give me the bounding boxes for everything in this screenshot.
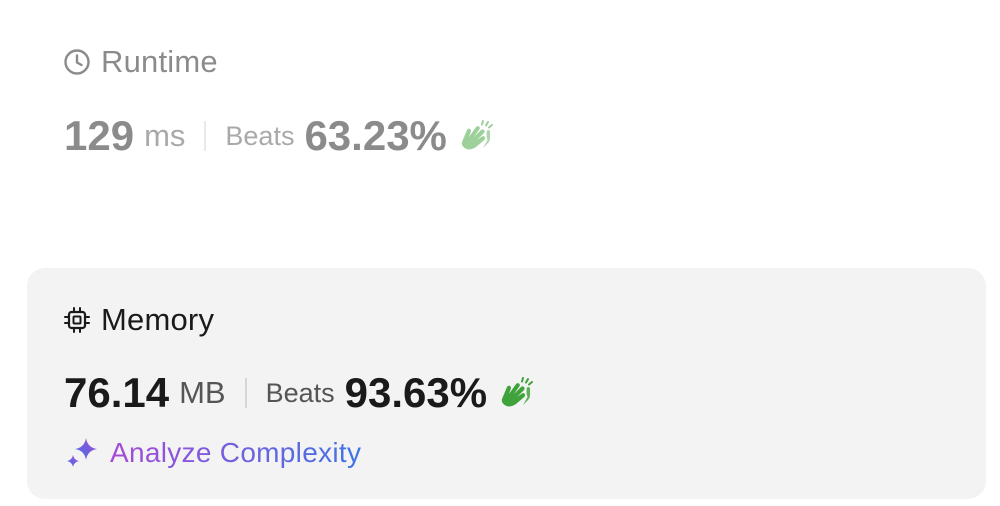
- runtime-beats-percent: 63.23%: [304, 112, 447, 159]
- runtime-beats-label: Beats: [225, 120, 295, 151]
- memory-beats-percent: 93.63%: [344, 369, 488, 416]
- clapping-hands-icon: [457, 118, 495, 154]
- chip-icon: [62, 305, 92, 335]
- runtime-title-row: Runtime: [62, 44, 218, 80]
- memory-title-row: Memory: [62, 302, 214, 338]
- memory-stats: 76.14 MB Beats 93.63%: [64, 369, 535, 417]
- memory-title: Memory: [101, 302, 215, 337]
- analyze-complexity-label: Analyze Complexity: [110, 437, 362, 468]
- memory-card[interactable]: Memory 76.14 MB Beats 93.63% Analyze Com…: [27, 268, 986, 499]
- runtime-unit: ms: [144, 118, 186, 153]
- analyze-complexity-button[interactable]: Analyze Complexity: [64, 435, 361, 471]
- runtime-title: Runtime: [101, 44, 218, 79]
- clapping-hands-icon: [497, 375, 535, 411]
- runtime-card[interactable]: Runtime 129 ms Beats 63.23%: [27, 14, 986, 214]
- submission-stats: Runtime 129 ms Beats 63.23% Memory 76.14…: [0, 0, 1000, 506]
- memory-beats-label: Beats: [265, 377, 335, 408]
- memory-unit: MB: [179, 375, 226, 410]
- runtime-value: 129: [64, 112, 135, 159]
- runtime-divider: [204, 121, 207, 151]
- memory-divider: [244, 378, 247, 408]
- sparkle-icon: [67, 438, 97, 467]
- memory-value: 76.14: [64, 369, 170, 416]
- runtime-stats: 129 ms Beats 63.23%: [64, 112, 495, 160]
- clock-icon: [62, 47, 92, 77]
